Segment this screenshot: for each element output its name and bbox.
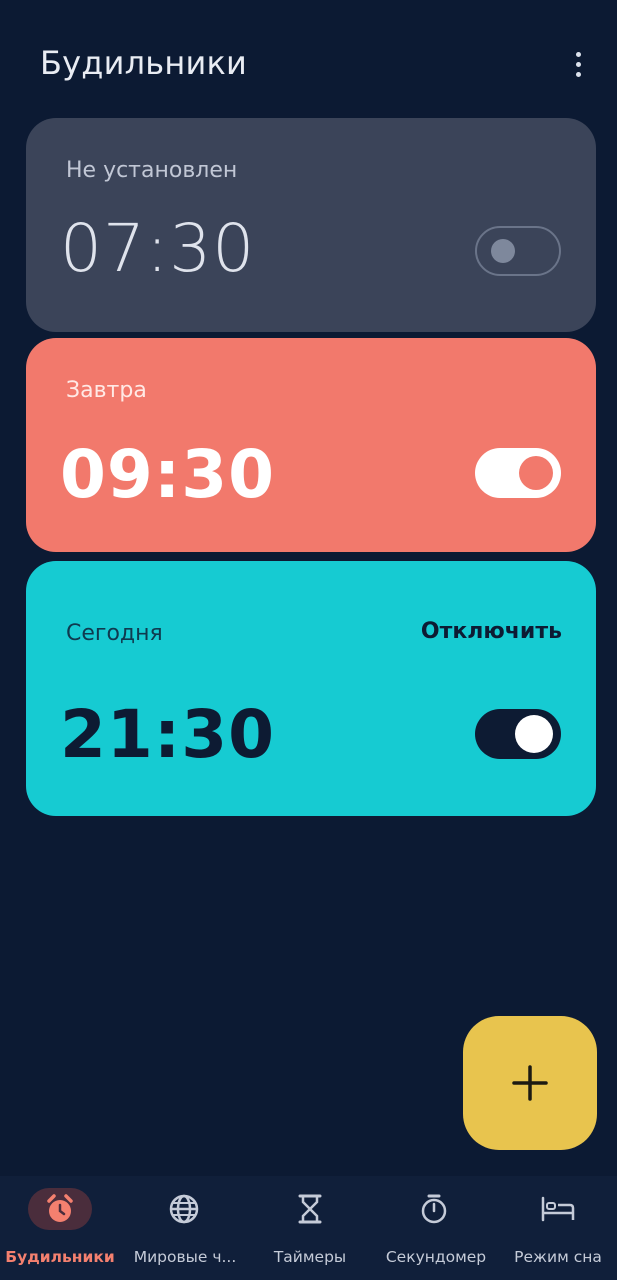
alarm-time[interactable]: 07:30 <box>60 210 255 287</box>
more-vert-icon-dot <box>575 71 581 77</box>
alarm-card[interactable]: Сегодня Отключить 21:30 <box>26 561 596 816</box>
alarm-status-label: Сегодня <box>66 621 163 646</box>
globe-icon <box>152 1188 216 1230</box>
nav-item-alarms[interactable]: Будильники <box>0 1176 124 1280</box>
dismiss-button[interactable]: Отключить <box>421 619 562 644</box>
alarm-status-label: Завтра <box>66 378 147 403</box>
top-app-bar: Будильники <box>0 0 617 115</box>
nav-item-sleep-mode[interactable]: Режим сна <box>496 1176 617 1280</box>
alarm-status-label: Не установлен <box>66 158 238 183</box>
nav-label: Секундомер <box>385 1248 487 1266</box>
bottom-navigation: Будильники Мировые ч... Таймеры Секундом… <box>0 1176 617 1280</box>
toggle-knob <box>515 715 553 753</box>
nav-item-timers[interactable]: Таймеры <box>248 1176 372 1280</box>
nav-label: Мировые ч... <box>133 1248 237 1266</box>
nav-label: Таймеры <box>273 1248 347 1266</box>
alarm-card[interactable]: Завтра 09:30 <box>26 338 596 552</box>
alarm-card[interactable]: Не установлен 07:30 <box>26 118 596 332</box>
nav-item-world-clock[interactable]: Мировые ч... <box>124 1176 248 1280</box>
nav-label: Режим сна <box>514 1248 602 1266</box>
page-title: Будильники <box>40 44 247 82</box>
alarm-time[interactable]: 09:30 <box>60 436 275 513</box>
alarm-clock-icon <box>28 1188 92 1230</box>
nav-label: Будильники <box>5 1248 115 1266</box>
bed-icon <box>526 1188 590 1230</box>
hourglass-icon <box>278 1188 342 1230</box>
toggle-knob <box>519 456 553 490</box>
stopwatch-icon <box>402 1188 466 1230</box>
plus-icon <box>512 1065 548 1101</box>
more-options-button[interactable] <box>560 48 596 80</box>
toggle-knob <box>491 239 515 263</box>
more-vert-icon-dot <box>575 61 581 67</box>
more-vert-icon <box>575 51 581 57</box>
add-alarm-button[interactable] <box>463 1016 597 1150</box>
nav-item-stopwatch[interactable]: Секундомер <box>372 1176 496 1280</box>
alarm-toggle-on[interactable] <box>475 448 561 498</box>
alarm-toggle-off[interactable] <box>475 226 561 276</box>
alarm-time[interactable]: 21:30 <box>60 696 275 773</box>
alarm-toggle-on[interactable] <box>475 709 561 759</box>
